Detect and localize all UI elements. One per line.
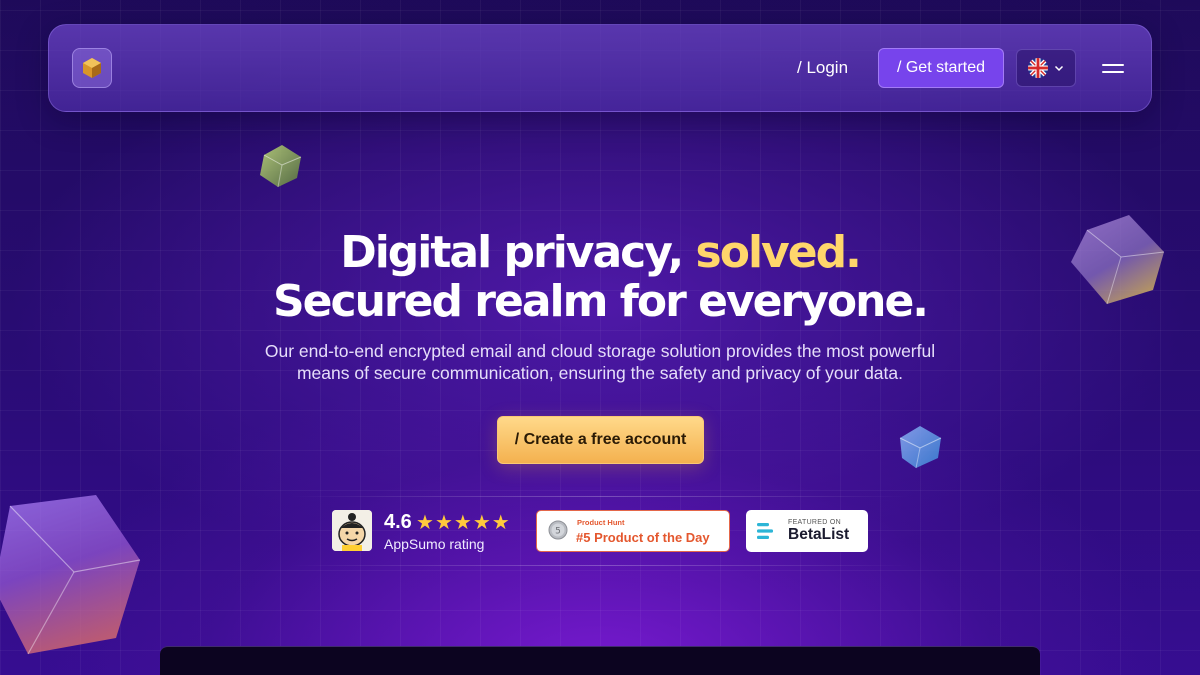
description-line-2: means of secure communication, ensuring …	[296, 363, 903, 383]
get-started-button[interactable]: / Get started	[878, 48, 1004, 88]
hero-description: Our end-to-end encrypted email and cloud…	[200, 340, 1000, 384]
betalist-label: FEATURED ON	[788, 519, 841, 526]
betalist-title: BetaList	[788, 526, 850, 543]
description-line-1: Our end-to-end encrypted email and cloud…	[264, 341, 936, 361]
cube-logo-icon	[83, 58, 101, 78]
betalist-logo-icon	[757, 523, 773, 539]
medal-icon: 5	[548, 520, 568, 540]
rating-stars: ★ ★ ★ ★ ★	[416, 511, 510, 533]
star-icon: ★	[434, 510, 453, 534]
producthunt-badge[interactable]: 5 Product Hunt #5 Product of the Day	[536, 510, 730, 552]
headline-line-2: Secured realm for everyone.	[272, 276, 929, 327]
medal-rank: 5	[555, 527, 561, 537]
uk-flag-icon	[1028, 58, 1048, 78]
betalist-badge[interactable]: FEATURED ON BetaList	[746, 510, 868, 552]
create-account-button[interactable]: / Create a free account	[497, 416, 704, 464]
badges-bottom-divider	[290, 565, 910, 566]
producthunt-title: #5 Product of the Day	[576, 530, 710, 545]
star-icon: ★	[491, 510, 510, 534]
language-selector[interactable]	[1016, 49, 1076, 87]
star-icon: ★	[453, 510, 472, 534]
headline-highlight: solved.	[695, 227, 862, 278]
small-blue-cube-decoration	[899, 426, 942, 469]
headline-text: Digital privacy,	[340, 227, 696, 278]
small-green-cube-decoration	[260, 145, 302, 188]
star-icon: ★	[416, 510, 434, 534]
star-icon: ★	[472, 510, 491, 534]
large-pink-cube-decoration	[0, 495, 141, 655]
logo-button[interactable]	[72, 48, 112, 88]
hamburger-menu-icon[interactable]	[1102, 60, 1124, 76]
producthunt-label: Product Hunt	[577, 518, 625, 527]
app-preview-panel	[160, 646, 1040, 675]
appsumo-mascot-icon[interactable]	[332, 510, 372, 551]
appsumo-rating-label: AppSumo rating	[384, 536, 485, 552]
appsumo-rating-value: 4.6	[384, 511, 412, 533]
headline-line-1: Digital privacy, solved.	[0, 228, 1200, 277]
chevron-down-icon	[1054, 65, 1064, 72]
login-link[interactable]: / Login	[797, 58, 848, 78]
badges-top-divider	[290, 496, 910, 497]
top-navigation-bar: / Login / Get started	[48, 24, 1152, 112]
